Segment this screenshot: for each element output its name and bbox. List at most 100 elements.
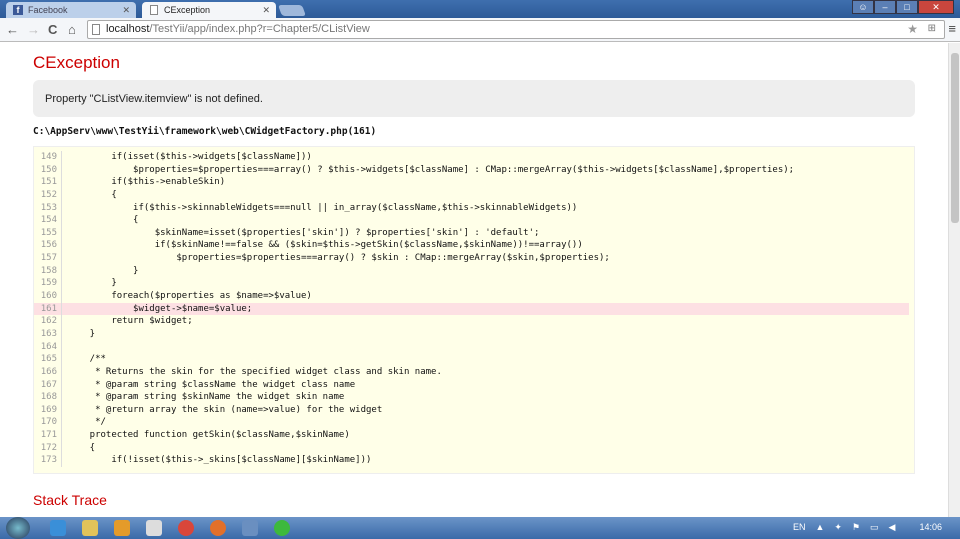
line-code: if(isset($this->widgets[$className])) <box>68 152 312 162</box>
tab-cexception[interactable]: CException ✕ <box>142 2 276 18</box>
media-icon[interactable] <box>114 520 130 536</box>
source-code-block: 149 if(isset($this->widgets[$className])… <box>33 146 915 474</box>
tab-facebook[interactable]: f Facebook ✕ <box>6 2 136 18</box>
line-code: * Returns the skin for the specified wid… <box>68 366 442 377</box>
language-indicator[interactable]: EN <box>793 522 806 533</box>
code-line: 152 { <box>34 188 914 202</box>
line-code: protected function getSkin($className,$s… <box>68 430 350 441</box>
line-code: } <box>68 265 139 276</box>
close-tab-icon[interactable]: ✕ <box>262 5 270 16</box>
line-code: if(!isset($this->_skins[$className][$ski… <box>68 455 372 466</box>
volume-icon[interactable]: ◀ <box>889 522 896 533</box>
line-code: if($this->skinnableWidgets===null || in_… <box>68 202 578 213</box>
code-line: 154 { <box>34 214 914 227</box>
browser-toolbar: ← → C ⌂ localhost/TestYii/app/index.php?… <box>0 18 960 42</box>
line-number: 166 <box>34 365 62 379</box>
line-code: $skinName=isset($properties['skin']) ? $… <box>68 227 540 238</box>
line-number: 152 <box>34 188 62 202</box>
scrollbar[interactable] <box>948 43 960 517</box>
minimize-button[interactable]: – <box>874 0 896 14</box>
code-line: 169 * @return array the skin (name=>valu… <box>34 403 914 417</box>
tray-expand-icon[interactable]: ▲ <box>815 522 824 533</box>
close-tab-icon[interactable]: ✕ <box>122 5 130 16</box>
line-code: * @param string $skinName the widget ski… <box>68 392 345 403</box>
code-line: 165 /** <box>34 353 914 366</box>
line-code: foreach($properties as $name=>$value) <box>68 291 312 302</box>
code-line: 171 protected function getSkin($classNam… <box>34 429 914 442</box>
code-line: 167 * @param string $className the widge… <box>34 378 914 392</box>
line-number: 159 <box>34 277 62 291</box>
line-code: * @return array the skin (name=>value) f… <box>68 404 383 415</box>
line-number: 151 <box>34 176 62 189</box>
code-line: 158 } <box>34 264 914 278</box>
start-button[interactable] <box>6 517 30 539</box>
clock[interactable]: 14:06 <box>919 522 942 533</box>
tab-label: CException <box>164 5 211 15</box>
line-number: 150 <box>34 163 62 177</box>
code-line: 168 * @param string $skinName the widget… <box>34 391 914 404</box>
line-code: { <box>68 215 139 226</box>
back-icon[interactable]: ← <box>6 22 19 37</box>
code-line: 149 if(isset($this->widgets[$className])… <box>34 151 914 164</box>
new-tab-button[interactable] <box>277 5 307 16</box>
extension-icon[interactable]: ⊞ <box>928 23 936 34</box>
scrollbar-thumb[interactable] <box>951 53 959 223</box>
menu-icon[interactable]: ≡ <box>948 21 956 36</box>
line-number: 153 <box>34 201 62 215</box>
line-number: 169 <box>34 403 62 417</box>
home-icon[interactable]: ⌂ <box>68 22 76 37</box>
code-line: 159 } <box>34 277 914 291</box>
line-number: 173 <box>34 454 62 468</box>
ie-icon[interactable] <box>50 520 66 536</box>
code-line: 164 <box>34 340 914 354</box>
tab-label: Facebook <box>28 5 68 15</box>
error-file-path: C:\AppServ\www\TestYii\framework\web\CWi… <box>33 126 377 137</box>
page-content: CException Property "CListView.itemview"… <box>0 43 948 517</box>
network-app-icon[interactable] <box>242 520 258 536</box>
action-center-icon[interactable]: ⚑ <box>852 522 860 533</box>
error-code-line: 161 $widget->$name=$value; <box>34 302 909 316</box>
line-number: 161 <box>34 302 62 316</box>
code-line: 170 */ <box>34 416 914 430</box>
line-number: 165 <box>34 353 62 366</box>
chrome-icon[interactable] <box>178 520 194 536</box>
notepad-icon[interactable] <box>146 520 162 536</box>
line-code: if($this->enableSkin) <box>68 177 226 188</box>
line-number: 168 <box>34 391 62 404</box>
facebook-icon: f <box>13 5 23 15</box>
line-number: 171 <box>34 429 62 442</box>
line-code: $properties=$properties===array() ? $ski… <box>68 253 610 264</box>
line-number: 157 <box>34 252 62 265</box>
tab-strip: f Facebook ✕ CException ✕ ☺ – □ ✕ <box>0 0 960 18</box>
code-line: 155 $skinName=isset($properties['skin'])… <box>34 226 914 240</box>
code-line: 150 $properties=$properties===array() ? … <box>34 163 914 177</box>
profile-button[interactable]: ☺ <box>852 0 874 14</box>
maximize-button[interactable]: □ <box>896 0 918 14</box>
line-number: 160 <box>34 290 62 303</box>
line-number: 154 <box>34 214 62 227</box>
code-line: 153 if($this->skinnableWidgets===null ||… <box>34 201 914 215</box>
url-host: localhost <box>106 23 150 35</box>
line-number: 155 <box>34 226 62 240</box>
firefox-icon[interactable] <box>210 520 226 536</box>
stack-trace-heading: Stack Trace <box>33 492 107 508</box>
bookmark-star-icon[interactable]: ★ <box>907 22 918 36</box>
reload-icon[interactable]: C <box>48 22 57 37</box>
line-code: if($skinName!==false && ($skin=$this->ge… <box>68 240 583 251</box>
line-icon[interactable] <box>274 520 290 536</box>
forward-icon[interactable]: → <box>27 22 40 37</box>
code-line: 172 { <box>34 441 914 455</box>
line-code: } <box>68 278 117 289</box>
code-line: 166 * Returns the skin for the specified… <box>34 365 914 379</box>
close-window-button[interactable]: ✕ <box>918 0 954 14</box>
explorer-icon[interactable] <box>82 520 98 536</box>
system-tray: EN ▲ ✦ ⚑ ▭ ◀ 14:06 <box>793 522 942 533</box>
line-number: 158 <box>34 264 62 278</box>
line-number: 172 <box>34 441 62 455</box>
tray-app-icon[interactable]: ✦ <box>834 522 842 533</box>
page-icon <box>150 5 158 15</box>
code-line: 157 $properties=$properties===array() ? … <box>34 252 914 265</box>
code-line: 156 if($skinName!==false && ($skin=$this… <box>34 239 914 253</box>
address-bar[interactable]: localhost/TestYii/app/index.php?r=Chapte… <box>87 20 945 39</box>
network-icon[interactable]: ▭ <box>870 522 879 533</box>
